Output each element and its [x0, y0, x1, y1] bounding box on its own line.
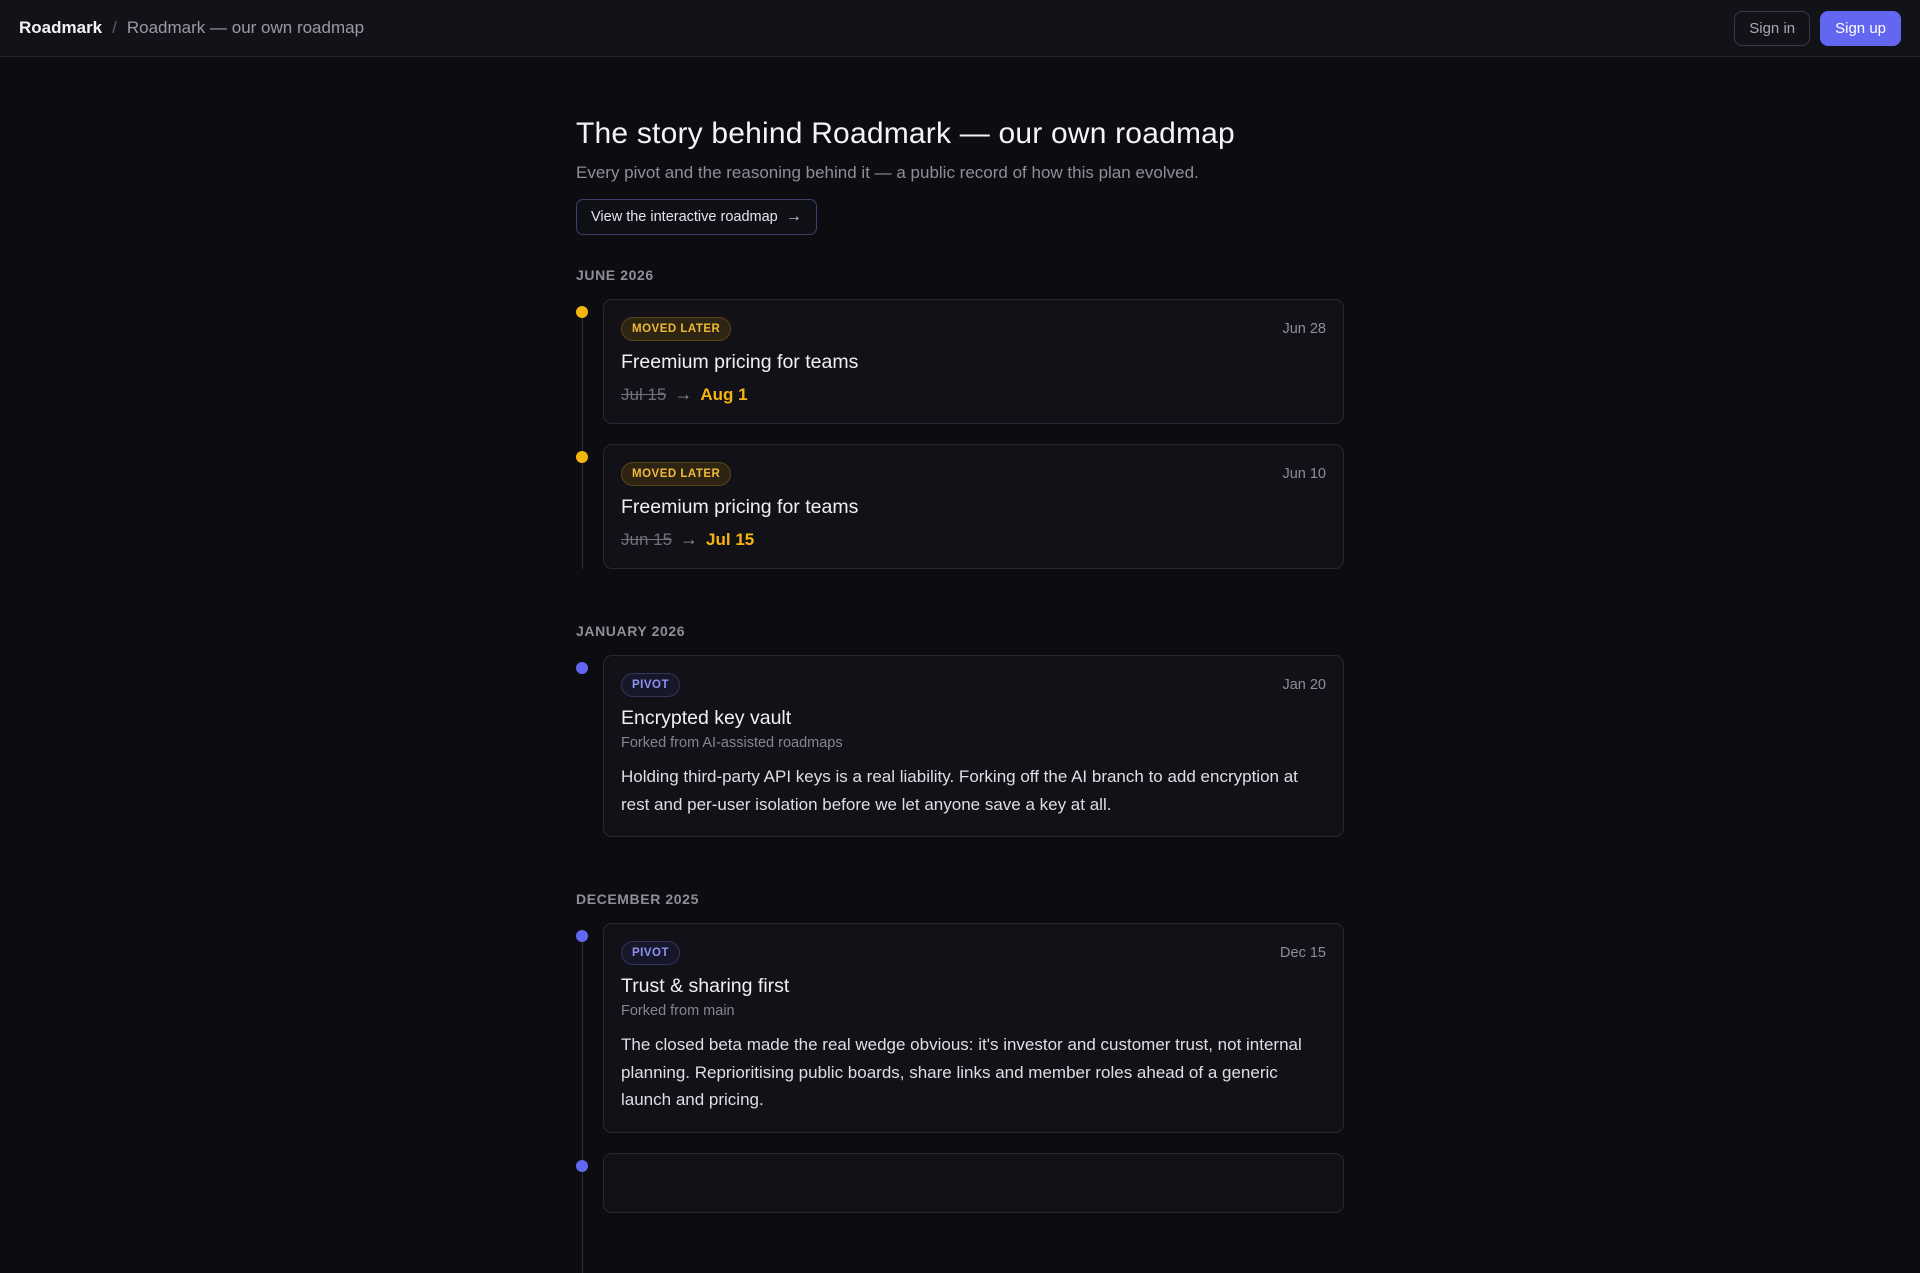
- top-bar: Roadmark / Roadmark — our own roadmap Si…: [0, 0, 1920, 57]
- sign-up-button[interactable]: Sign up: [1820, 10, 1901, 46]
- change-card[interactable]: MOVED LATER Jun 10 Freemium pricing for …: [603, 444, 1344, 569]
- timeline-dot-icon: [576, 930, 588, 942]
- breadcrumb-separator: /: [112, 18, 117, 37]
- timeline-entry: MOVED LATER Jun 28 Freemium pricing for …: [576, 299, 1344, 424]
- pivot-badge: PIVOT: [621, 941, 681, 965]
- entry-date: Jun 28: [1282, 321, 1326, 337]
- new-date: Aug 1: [700, 384, 748, 404]
- entry-date: Dec 15: [1280, 945, 1326, 961]
- breadcrumb-current: Roadmark — our own roadmap: [126, 18, 365, 37]
- auth-actions: Sign in Sign up: [1734, 10, 1901, 46]
- arrow-right-icon: →: [674, 384, 693, 404]
- entry-reasoning: Holding third-party API keys is a real l…: [621, 767, 1298, 814]
- entry-date: Jan 20: [1282, 677, 1326, 693]
- change-card[interactable]: MOVED LATER Jun 28 Freemium pricing for …: [603, 299, 1344, 424]
- pivot-card[interactable]: PIVOT Jan 20 Encrypted key vault Forked …: [603, 655, 1344, 837]
- entry-title: Freemium pricing for teams: [621, 351, 859, 373]
- arrow-right-icon: →: [680, 529, 699, 549]
- forked-from: Forked from main: [621, 1003, 735, 1019]
- brand-logo-link[interactable]: Roadmark: [19, 18, 102, 38]
- entry-title: Trust & sharing first: [621, 975, 790, 997]
- story-main: The story behind Roadmark — our own road…: [576, 57, 1344, 1273]
- timeline-entry: MOVED LATER Jun 10 Freemium pricing for …: [576, 444, 1344, 569]
- entry-title: Encrypted key vault: [621, 707, 792, 729]
- section-december-2025: DECEMBER 2025 PIVOT Dec 15 Trust & shari…: [576, 891, 1344, 1273]
- timeline-entry-partial: [576, 1152, 1344, 1213]
- timeline-entry: PIVOT Dec 15 Trust & sharing first Forke…: [576, 923, 1344, 1133]
- section-label: DECEMBER 2025: [576, 891, 699, 907]
- timeline: PIVOT Dec 15 Trust & sharing first Forke…: [576, 923, 1344, 1273]
- view-roadmap-label: View the interactive roadmap: [591, 209, 778, 225]
- section-january-2026: JANUARY 2026 PIVOT Jan 20 Encrypted key …: [576, 623, 1344, 837]
- forked-from: Forked from AI-assisted roadmaps: [621, 735, 843, 751]
- timeline-dot-icon: [576, 451, 588, 463]
- page-title: The story behind Roadmark — our own road…: [576, 117, 1235, 150]
- page-subtitle: Every pivot and the reasoning behind it …: [576, 163, 1199, 182]
- moved-later-badge: MOVED LATER: [621, 462, 732, 486]
- entry-date: Jun 10: [1282, 466, 1326, 482]
- pivot-card[interactable]: PIVOT Dec 15 Trust & sharing first Forke…: [603, 923, 1344, 1133]
- timeline-dot-icon: [576, 1159, 588, 1172]
- view-roadmap-button[interactable]: View the interactive roadmap →: [576, 199, 817, 235]
- pivot-card[interactable]: [603, 1152, 1344, 1213]
- section-label: JUNE 2026: [576, 267, 654, 283]
- timeline: PIVOT Jan 20 Encrypted key vault Forked …: [576, 655, 1344, 837]
- section-label: JANUARY 2026: [576, 623, 686, 639]
- timeline-dot-icon: [576, 306, 588, 318]
- new-date: Jul 15: [706, 529, 755, 549]
- timeline-dot-icon: [576, 662, 588, 674]
- entry-title: Freemium pricing for teams: [621, 496, 859, 518]
- moved-later-badge: MOVED LATER: [621, 317, 732, 341]
- timeline-entry: PIVOT Jan 20 Encrypted key vault Forked …: [576, 655, 1344, 837]
- old-date: Jul 15: [621, 384, 667, 404]
- timeline: MOVED LATER Jun 28 Freemium pricing for …: [576, 299, 1344, 569]
- sign-in-button[interactable]: Sign in: [1734, 10, 1811, 46]
- arrow-right-icon: →: [785, 208, 802, 225]
- pivot-badge: PIVOT: [621, 673, 681, 697]
- entry-reasoning: The closed beta made the real wedge obvi…: [621, 1035, 1302, 1109]
- date-change: Jun 15 → Jul 15: [621, 529, 1326, 550]
- old-date: Jun 15: [621, 529, 673, 549]
- section-june-2026: JUNE 2026 MOVED LATER Jun 28 Freemium pr…: [576, 267, 1344, 569]
- date-change: Jul 15 → Aug 1: [621, 384, 1326, 405]
